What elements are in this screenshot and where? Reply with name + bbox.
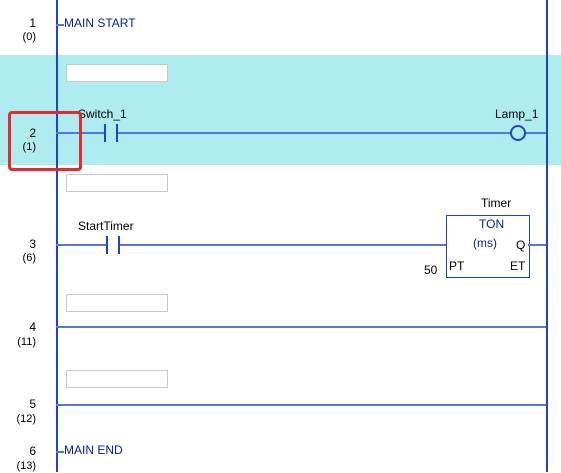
- no-contact-icon[interactable]: [106, 236, 120, 254]
- rung-wire: [56, 326, 546, 328]
- coil-icon[interactable]: [510, 125, 526, 141]
- rung-step: (12): [16, 413, 36, 425]
- timer-block[interactable]: TON (ms) Q PT ET: [446, 215, 530, 278]
- rung-wire: [56, 132, 546, 134]
- coil-label: Lamp_1: [495, 107, 539, 121]
- rung-number: 4: [29, 320, 36, 334]
- rung-wire: [56, 404, 546, 406]
- rung-comment-box[interactable]: [66, 64, 168, 82]
- main-start-label: MAIN START: [64, 16, 136, 30]
- rung-step: (6): [22, 252, 36, 264]
- timer-pin-pt: PT: [449, 259, 465, 273]
- rung-comment-box[interactable]: [66, 174, 168, 192]
- rung-wire: [56, 451, 64, 453]
- rung-number: 3: [29, 237, 36, 251]
- rung-step: (11): [17, 336, 36, 348]
- right-power-rail: [546, 0, 548, 472]
- rung-wire: [56, 24, 64, 26]
- selected-rung-number-frame[interactable]: [8, 111, 82, 171]
- no-contact-icon[interactable]: [104, 124, 118, 142]
- rung-wire: [528, 244, 546, 246]
- rung-number: 5: [29, 397, 36, 411]
- main-end-label: MAIN END: [64, 443, 123, 457]
- rung-number: 6: [29, 444, 36, 458]
- timer-pin-et: ET: [510, 259, 526, 273]
- contact-label: Switch_1: [78, 107, 127, 121]
- timer-instance-label: Timer: [481, 196, 512, 210]
- left-power-rail: [56, 0, 58, 472]
- timer-type: TON: [479, 217, 505, 231]
- contact-label: StartTimer: [78, 219, 134, 233]
- rung-comment-box[interactable]: [66, 370, 168, 388]
- rung-comment-box[interactable]: [66, 294, 168, 312]
- timer-pt-value: 50: [424, 263, 438, 277]
- timer-unit: (ms): [473, 236, 497, 250]
- timer-pin-q: Q: [516, 238, 526, 252]
- rung-step: (13): [16, 460, 36, 472]
- rung-number: 1: [29, 16, 36, 30]
- rung-step: (0): [22, 31, 36, 43]
